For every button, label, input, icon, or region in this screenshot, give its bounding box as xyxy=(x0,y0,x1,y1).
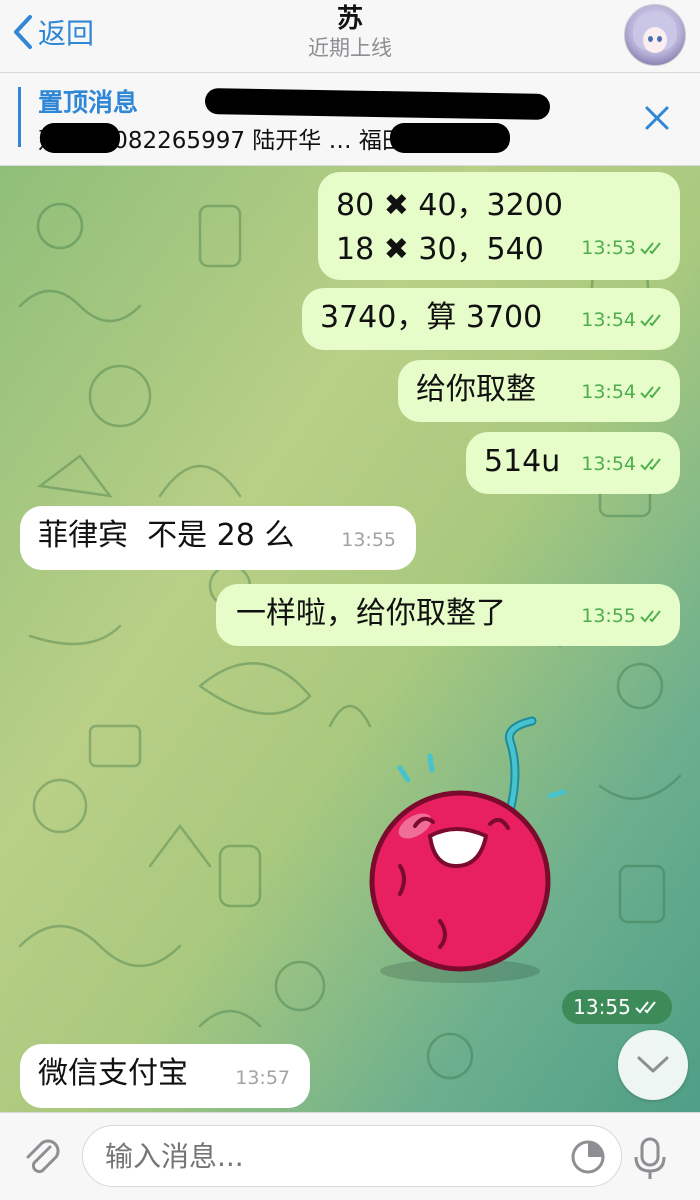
message-meta: 13:54 xyxy=(581,370,666,414)
read-check-icon xyxy=(635,1001,656,1014)
message-meta: 13:57 xyxy=(235,1056,290,1100)
close-icon[interactable] xyxy=(644,105,670,131)
laughing-cherry-sticker-icon[interactable] xyxy=(360,716,590,996)
incoming-message[interactable]: 微信支付宝 13:57 xyxy=(20,1044,310,1108)
outgoing-message[interactable]: 3740，算 3700 13:54 xyxy=(302,288,680,350)
pinned-message-bar[interactable]: 置顶消息 建设18082265997 陆开华 … 福田路汇 电… xyxy=(0,73,700,166)
redaction-mark xyxy=(40,123,120,153)
redaction-mark xyxy=(204,87,551,121)
message-text: 80 ✖ 40，3200 xyxy=(336,188,563,223)
message-time: 13:57 xyxy=(235,1067,290,1089)
avatar[interactable] xyxy=(624,4,686,66)
message-time: 13:53 xyxy=(581,237,636,259)
message-meta: 13:54 xyxy=(581,298,666,342)
incoming-message[interactable]: 菲律宾 不是 28 么 13:55 xyxy=(20,506,416,570)
redaction-mark xyxy=(390,123,510,153)
outgoing-message[interactable]: 80 ✖ 40，3200 18 ✖ 30，540 13:53 xyxy=(318,172,680,280)
outgoing-message[interactable]: 514u 13:54 xyxy=(466,432,680,494)
message-meta: 13:54 xyxy=(581,442,666,486)
read-check-icon xyxy=(640,314,661,327)
read-check-icon xyxy=(640,386,661,399)
read-check-icon xyxy=(640,610,661,623)
paperclip-icon[interactable] xyxy=(20,1135,64,1179)
message-time: 13:54 xyxy=(581,453,636,475)
microphone-icon[interactable] xyxy=(630,1135,670,1183)
outgoing-message[interactable]: 给你取整 13:54 xyxy=(398,360,680,422)
chat-title: 苏 xyxy=(336,4,363,34)
sticker-meta: 13:55 xyxy=(562,990,672,1024)
chevron-down-icon xyxy=(637,1056,669,1073)
sticker-time: 13:55 xyxy=(573,995,631,1019)
chat-title-area[interactable]: 苏 近期上线 xyxy=(0,4,700,62)
message-time: 13:55 xyxy=(581,605,636,627)
read-check-icon xyxy=(640,458,661,471)
pinned-label: 置顶消息 xyxy=(38,88,139,117)
outgoing-message[interactable]: 一样啦，给你取整了 13:55 xyxy=(216,584,680,646)
pinned-indicator xyxy=(18,87,21,147)
message-meta: 13:53 xyxy=(581,226,666,270)
scroll-to-bottom-button[interactable] xyxy=(618,1030,688,1100)
read-check-icon xyxy=(640,242,661,255)
chat-header: 返回 苏 近期上线 xyxy=(0,0,700,73)
message-meta: 13:55 xyxy=(581,594,666,638)
last-seen-status: 近期上线 xyxy=(308,36,392,60)
message-input[interactable] xyxy=(82,1125,622,1187)
message-time: 13:54 xyxy=(581,309,636,331)
message-input-bar xyxy=(0,1112,700,1200)
message-time: 13:55 xyxy=(341,529,396,551)
pinned-text: 建设18082265997 陆开华 … 福田路汇 电… xyxy=(38,128,505,154)
message-time: 13:54 xyxy=(581,381,636,403)
message-meta: 13:55 xyxy=(341,518,396,562)
clock-icon[interactable] xyxy=(570,1139,606,1175)
chat-area[interactable]: 80 ✖ 40，3200 18 ✖ 30，540 13:53 3740，算 37… xyxy=(0,166,700,1112)
